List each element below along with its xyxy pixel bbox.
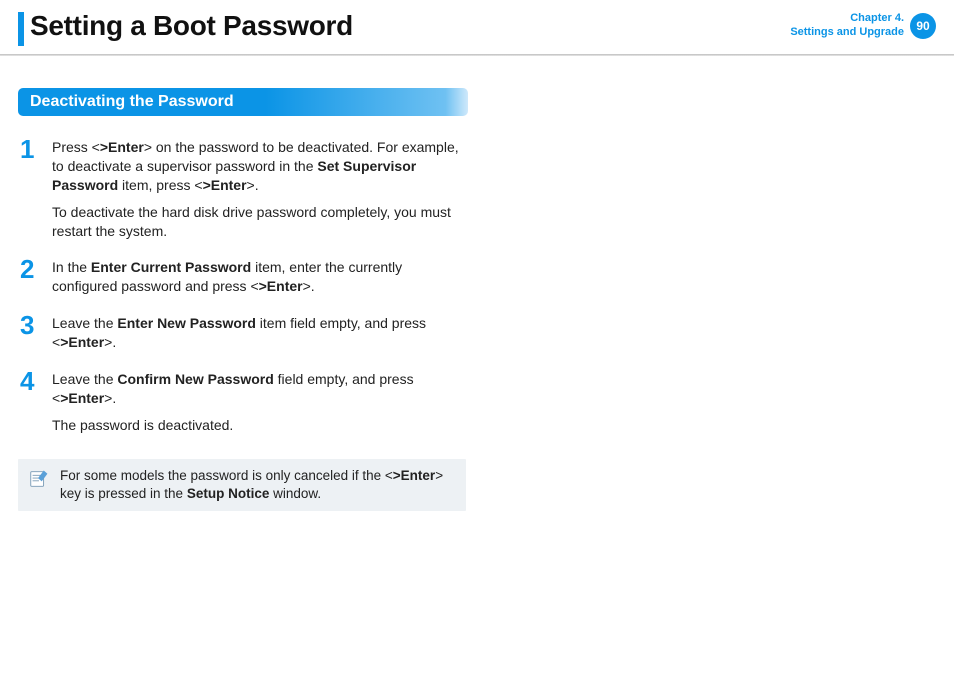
note-icon — [28, 468, 50, 490]
chapter-line1: Chapter 4. — [790, 12, 904, 26]
page-title: Setting a Boot Password — [30, 10, 353, 46]
steps-list: 1 Press <>Enter> on the password to be d… — [18, 138, 462, 435]
step-item: 4 Leave the Confirm New Password field e… — [18, 370, 462, 435]
step-text: To deactivate the hard disk drive passwo… — [52, 203, 462, 241]
step-number: 1 — [20, 132, 34, 167]
note-box: For some models the password is only can… — [18, 459, 466, 511]
step-number: 2 — [20, 252, 34, 287]
section-heading: Deactivating the Password — [18, 88, 462, 116]
step-text: Leave the Confirm New Password field emp… — [52, 370, 462, 408]
chapter-line2: Settings and Upgrade — [790, 26, 904, 40]
step-text: Press <>Enter> on the password to be dea… — [52, 138, 462, 195]
section-heading-label: Deactivating the Password — [18, 88, 462, 116]
step-text: The password is deactivated. — [52, 416, 462, 435]
title-wrap: Setting a Boot Password — [18, 10, 353, 46]
title-accent-bar — [18, 12, 24, 46]
chapter-block: Chapter 4. Settings and Upgrade 90 — [790, 10, 936, 40]
step-text: Leave the Enter New Password item field … — [52, 314, 462, 352]
step-item: 3 Leave the Enter New Password item fiel… — [18, 314, 462, 352]
step-item: 2 In the Enter Current Password item, en… — [18, 258, 462, 296]
main-content: Deactivating the Password 1 Press <>Ente… — [0, 56, 480, 511]
step-text: In the Enter Current Password item, ente… — [52, 258, 462, 296]
note-text: For some models the password is only can… — [60, 468, 443, 501]
step-number: 4 — [20, 364, 34, 399]
page-number-badge: 90 — [910, 13, 936, 39]
page-header: Setting a Boot Password Chapter 4. Setti… — [0, 0, 954, 52]
chapter-text: Chapter 4. Settings and Upgrade — [790, 12, 904, 40]
step-item: 1 Press <>Enter> on the password to be d… — [18, 138, 462, 240]
step-number: 3 — [20, 308, 34, 343]
